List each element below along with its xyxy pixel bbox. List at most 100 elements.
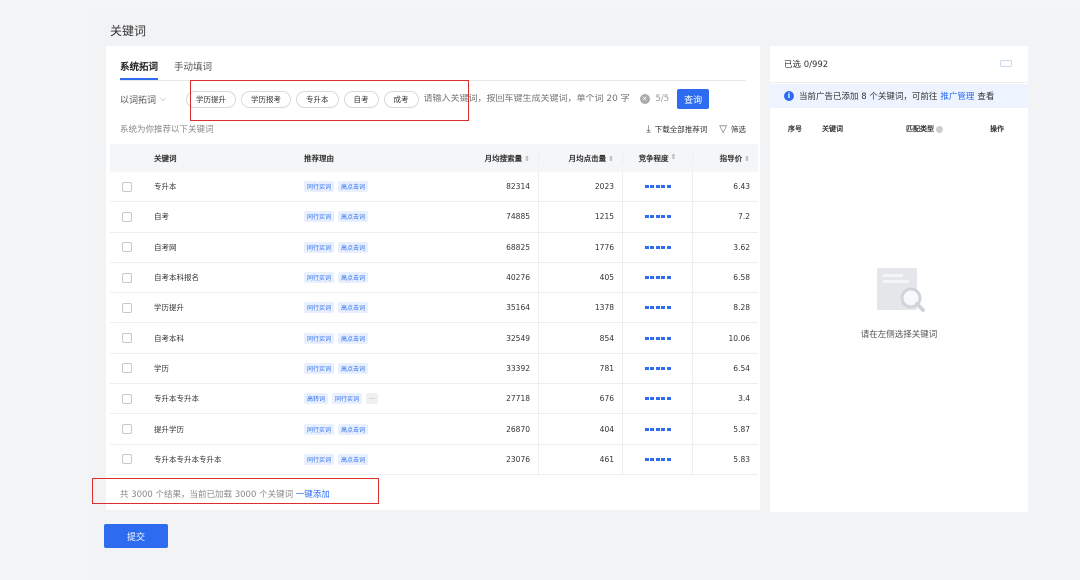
header-keyword: 关键词 bbox=[822, 125, 843, 133]
row-price: 3.62 bbox=[692, 232, 758, 262]
row-checkbox[interactable] bbox=[122, 393, 132, 404]
empty-state: 请在左侧选择关键词 bbox=[770, 264, 1028, 340]
row-monthly-click: 404 bbox=[538, 414, 622, 444]
download-label: 下载全部推荐词 bbox=[654, 124, 708, 134]
submit-button[interactable]: 提交 bbox=[104, 524, 168, 548]
reason-tag: 同行买词 bbox=[304, 302, 335, 314]
filter-label: 筛选 bbox=[731, 124, 746, 134]
row-price: 5.83 bbox=[692, 444, 758, 474]
promotion-management-link[interactable]: 推广管理 bbox=[940, 90, 974, 102]
row-reason: 同行买词 高点击词 bbox=[304, 241, 454, 253]
row-reason: 同行买词 高点击词 bbox=[304, 211, 454, 223]
competition-level bbox=[622, 262, 692, 293]
row-monthly-search: 33392 bbox=[506, 363, 530, 373]
download-all-button[interactable]: ⤓ 下载全部推荐词 bbox=[646, 124, 707, 135]
row-monthly-click: 854 bbox=[538, 323, 622, 353]
competition-level bbox=[622, 323, 692, 353]
reason-tag: ... bbox=[366, 393, 378, 405]
row-monthly-search: 26870 bbox=[506, 424, 530, 434]
table-row[interactable]: 自考本科 同行买词 高点击词 32549 854 10.06 bbox=[110, 323, 758, 354]
row-monthly-click: 781 bbox=[538, 353, 622, 384]
row-monthly-click: 1776 bbox=[538, 232, 622, 262]
row-monthly-search: 32549 bbox=[506, 333, 530, 343]
reason-tag: 同行买词 bbox=[304, 181, 335, 193]
chevron-down-icon: ⌵ bbox=[160, 94, 167, 103]
tab-manual-input[interactable]: 手动填词 bbox=[174, 56, 212, 80]
table-row[interactable]: 专升本专升本专升本 同行买词 高点击词 23076 461 5.83 bbox=[110, 444, 758, 475]
row-checkbox[interactable] bbox=[122, 302, 132, 313]
table-row[interactable]: 提升学历 同行买词 高点击词 26870 404 5.87 bbox=[110, 414, 758, 445]
table-row[interactable]: 学历 同行买词 高点击词 33392 781 6.54 bbox=[110, 353, 758, 385]
reason-tag: 同行买词 bbox=[304, 423, 335, 435]
info-prefix: 当前广告已添加 8 个关键词，可前往 bbox=[799, 92, 938, 102]
reason-tag: 高点击词 bbox=[338, 362, 369, 374]
row-checkbox[interactable] bbox=[122, 242, 132, 253]
row-reason: 同行买词 高点击词 bbox=[304, 272, 454, 284]
header-price[interactable]: 指导价 ⇕ bbox=[692, 152, 758, 164]
row-keyword: 提升学历 bbox=[154, 424, 184, 434]
row-price: 8.28 bbox=[692, 293, 758, 323]
row-reason: 同行买词 高点击词 bbox=[304, 302, 454, 314]
header-match-type: 匹配类型 bbox=[906, 124, 990, 134]
row-monthly-search: 40276 bbox=[506, 273, 530, 283]
tab-bar: 系统拓词 手动填词 bbox=[120, 56, 212, 80]
reason-tag: 同行买词 bbox=[304, 211, 335, 223]
table-row[interactable]: 自考本科报名 同行买词 高点击词 40276 405 6.58 bbox=[110, 262, 758, 294]
competition-level bbox=[622, 202, 692, 232]
row-monthly-click: 676 bbox=[538, 384, 622, 414]
row-keyword: 专升本专升本专升本 bbox=[154, 454, 222, 464]
selected-table-header: 序号 关键词 匹配类型 操作 bbox=[770, 116, 1028, 142]
table-row[interactable]: 专升本专升本 高转词 同行买词... 27718 676 3.4 bbox=[110, 384, 758, 415]
filter-button[interactable]: ▽ 筛选 bbox=[719, 124, 746, 135]
header-index: 序号 bbox=[788, 125, 802, 133]
row-keyword: 专升本 bbox=[154, 182, 177, 192]
table-row[interactable]: 学历提升 同行买词 高点击词 35164 1378 8.28 bbox=[110, 293, 758, 324]
table-row[interactable]: 专升本 同行买词 高点击词 82314 2023 6.43 bbox=[110, 172, 758, 203]
row-checkbox[interactable] bbox=[122, 211, 132, 222]
row-monthly-click: 405 bbox=[538, 262, 622, 293]
reason-tag: 同行买词 bbox=[332, 393, 363, 405]
sort-icon: ⇕ bbox=[608, 154, 614, 163]
table-body: 专升本 同行买词 高点击词 82314 2023 6.43 自考 同行买词 高点击词 74885 1… bbox=[110, 172, 758, 475]
header-monthly-click[interactable]: 月均点击量 ⇕ bbox=[538, 152, 622, 164]
header-competition[interactable]: 竞争程度 ⇕ bbox=[622, 152, 692, 164]
row-checkbox[interactable] bbox=[122, 363, 132, 374]
row-keyword: 自考本科报名 bbox=[154, 273, 199, 283]
mode-select[interactable]: 以词拓词 ⌵ bbox=[120, 93, 186, 106]
row-reason: 同行买词 高点击词 bbox=[304, 181, 454, 193]
empty-text: 请在左侧选择关键词 bbox=[860, 330, 938, 340]
table-row[interactable]: 自考网 同行买词 高点击词 68825 1776 3.62 bbox=[110, 232, 758, 263]
table-row[interactable]: 自考 同行买词 高点击词 74885 1215 7.2 bbox=[110, 202, 758, 233]
row-checkbox[interactable] bbox=[122, 454, 132, 465]
reason-tag: 同行买词 bbox=[304, 241, 335, 253]
row-reason: 同行买词 高点击词 bbox=[304, 332, 454, 344]
download-icon: ⤓ bbox=[646, 123, 651, 135]
clear-icon[interactable]: ✕ bbox=[639, 94, 650, 104]
reason-tag: 高点击词 bbox=[338, 302, 369, 314]
header-action: 操作 bbox=[990, 125, 1004, 133]
reason-tag: 同行买词 bbox=[304, 453, 335, 465]
competition-level bbox=[622, 172, 692, 202]
empty-search-icon bbox=[877, 268, 925, 312]
info-suffix: 查看 bbox=[977, 92, 995, 102]
reason-tag: 高点击词 bbox=[338, 272, 369, 284]
competition-level bbox=[622, 353, 692, 384]
competition-level bbox=[622, 444, 692, 474]
row-checkbox[interactable] bbox=[122, 272, 132, 283]
row-checkbox[interactable] bbox=[122, 424, 132, 435]
highlight-box-chips bbox=[190, 80, 469, 121]
row-checkbox[interactable] bbox=[122, 181, 132, 192]
sort-icon: ⇕ bbox=[744, 154, 750, 163]
competition-level bbox=[622, 384, 692, 414]
row-checkbox[interactable] bbox=[122, 333, 132, 344]
header-monthly-search[interactable]: 月均搜索量 ⇕ bbox=[454, 153, 538, 164]
tab-system-expand[interactable]: 系统拓词 bbox=[120, 56, 159, 80]
reason-tag: 同行买词 bbox=[304, 362, 335, 374]
query-button[interactable]: 查询 bbox=[677, 89, 710, 109]
row-reason: 同行买词 高点击词 bbox=[304, 362, 454, 374]
reason-tag: 同行买词 bbox=[304, 272, 335, 284]
row-reason: 同行买词 高点击词 bbox=[304, 453, 454, 465]
collapse-icon[interactable] bbox=[1000, 60, 1012, 67]
reason-tag: 高点击词 bbox=[338, 453, 369, 465]
row-keyword: 自考网 bbox=[154, 242, 177, 252]
